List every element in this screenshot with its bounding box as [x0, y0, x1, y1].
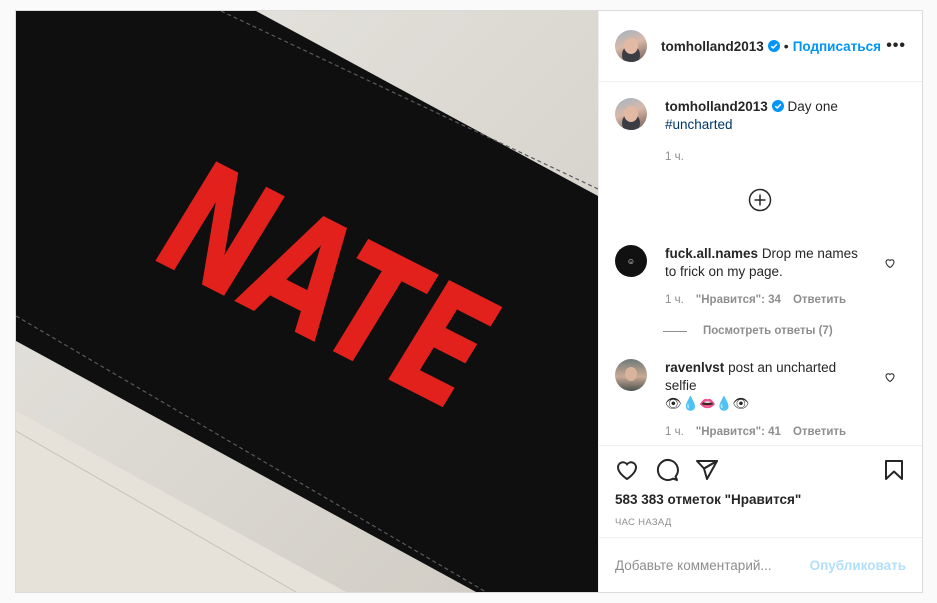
comment-emojis: 👁💧👄💧👁 [665, 396, 750, 411]
reply-button[interactable]: Ответить [793, 423, 846, 441]
caption-username[interactable]: tomholland2013 [665, 99, 768, 114]
follow-button[interactable]: Подписаться [793, 39, 881, 54]
comment-username[interactable]: ravenlvst [665, 360, 724, 375]
share-icon[interactable] [695, 458, 719, 482]
likes-count[interactable]: 583 383 отметок "Нравится" [615, 492, 906, 507]
publish-button[interactable]: Опубликовать [810, 558, 906, 573]
add-comment-form: Опубликовать [599, 537, 922, 592]
post-card: NATE tomholland2013 • Подписаться ••• to… [15, 10, 923, 593]
comment-avatar[interactable]: ☺ [615, 245, 647, 277]
caption-text: Day one [787, 99, 838, 114]
comment-age[interactable]: 1 ч. [665, 291, 684, 309]
post-header: tomholland2013 • Подписаться ••• [599, 11, 922, 82]
more-options-icon[interactable]: ••• [886, 37, 906, 55]
comment-like-heart-icon[interactable] [884, 257, 896, 269]
view-replies-label: Посмотреть ответы (7) [703, 325, 833, 337]
separator: • [783, 38, 789, 54]
author-username[interactable]: tomholland2013 [661, 39, 764, 54]
post-side-panel: tomholland2013 • Подписаться ••• tomholl… [598, 11, 922, 592]
comment-item: ☺ fuck.all.names Drop me names to frick … [615, 245, 906, 309]
comment-icon[interactable] [655, 458, 679, 482]
plus-circle-icon[interactable] [748, 188, 772, 212]
comment-username[interactable]: fuck.all.names [665, 246, 758, 261]
heart-icon[interactable] [615, 458, 639, 482]
comment-item: ravenlvst post an uncharted selfie 👁💧👄💧👁… [615, 359, 906, 441]
post-image[interactable]: NATE [16, 11, 598, 592]
post-timestamp[interactable]: час назад [615, 517, 906, 528]
post-image-artwork: NATE [16, 11, 598, 592]
comment-like-heart-icon[interactable] [884, 371, 896, 383]
author-avatar[interactable] [615, 30, 647, 62]
caption: tomholland2013 Day one #uncharted 1 ч. [615, 98, 906, 166]
view-replies-button[interactable]: Посмотреть ответы (7) [663, 325, 906, 337]
caption-hashtag[interactable]: #uncharted [665, 117, 733, 132]
verified-badge-icon [771, 100, 784, 112]
comment-avatar[interactable] [615, 359, 647, 391]
post-actions: 583 383 отметок "Нравится" час назад [599, 445, 922, 537]
reply-button[interactable]: Ответить [793, 291, 846, 309]
comment-likes[interactable]: "Нравится": 41 [696, 423, 781, 441]
bookmark-icon[interactable] [882, 458, 906, 482]
verified-badge-icon [767, 40, 780, 52]
comment-likes[interactable]: "Нравится": 34 [696, 291, 781, 309]
comments-area: tomholland2013 Day one #uncharted 1 ч. ☺… [599, 82, 922, 445]
caption-avatar[interactable] [615, 98, 647, 130]
caption-age[interactable]: 1 ч. [665, 148, 684, 166]
comment-input[interactable] [615, 557, 810, 573]
comment-age[interactable]: 1 ч. [665, 423, 684, 441]
